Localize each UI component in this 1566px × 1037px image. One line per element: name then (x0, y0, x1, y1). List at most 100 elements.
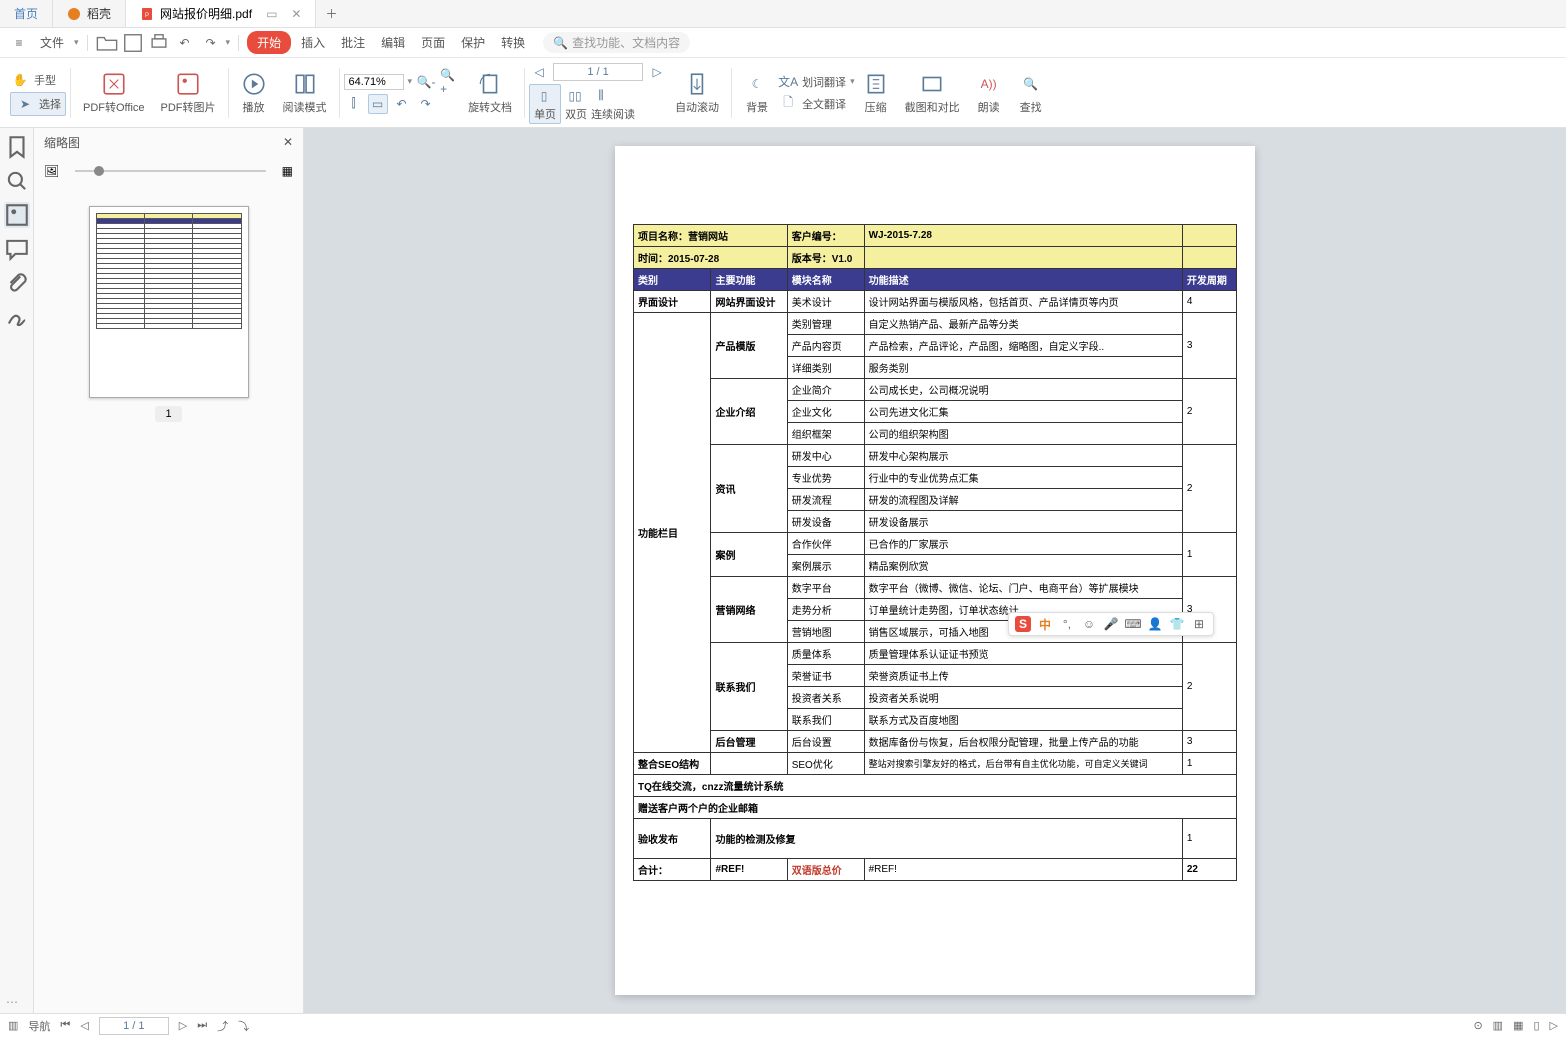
rail-comment-icon[interactable] (4, 236, 30, 262)
tool-hand[interactable]: ✋手型 (10, 70, 66, 90)
status-jump-icon[interactable]: ⤴ (217, 1018, 228, 1034)
menu-file[interactable]: 文件 (34, 34, 70, 51)
undo-icon[interactable]: ↶ (174, 32, 196, 54)
zoom-out-icon[interactable]: 🔍- (416, 72, 436, 92)
separator (524, 68, 525, 118)
screenshot-label: 截图和对比 (905, 99, 960, 115)
menu-annotate[interactable]: 批注 (335, 34, 371, 51)
tool-rotate-doc[interactable]: 旋转文档 (460, 71, 520, 115)
menu-edit[interactable]: 编辑 (375, 34, 411, 51)
ime-shirt-icon[interactable]: 👕 (1169, 616, 1185, 632)
next-page-icon[interactable]: ▷ (179, 1019, 187, 1032)
status-view3-icon[interactable]: ▯ (1533, 1019, 1539, 1032)
chevron-down-icon[interactable]: ▾ (408, 76, 413, 87)
ime-toolbar[interactable]: S 中 °, ☺ 🎤 ⌨ 👤 👕 ⊞ (1008, 612, 1214, 636)
tool-full-translate[interactable]: 🗋全文翻译 (778, 94, 855, 114)
double-page-label: 双页 (565, 109, 587, 121)
double-page-icon: ▯▯ (565, 86, 585, 106)
single-page-label: 单页 (534, 109, 556, 121)
rotate-left-icon[interactable]: ↶ (392, 94, 412, 114)
ime-toolbox-icon[interactable]: ⊞ (1191, 616, 1207, 632)
tool-play-label: 播放 (243, 99, 265, 115)
rail-attachment-icon[interactable] (4, 270, 30, 296)
open-folder-icon[interactable] (96, 32, 118, 54)
hamburger-icon[interactable]: ≡ (8, 32, 30, 54)
document-viewport[interactable]: 项目名称：营销网站 客户编号： WJ-2015-7.28 时间：2015-07-… (304, 128, 1566, 1013)
svg-text:P: P (145, 13, 149, 19)
thumb-size-slider[interactable] (67, 170, 273, 172)
tab-doke[interactable]: 稻壳 (53, 0, 126, 27)
tab-home[interactable]: 首页 (0, 0, 53, 27)
tool-read-mode[interactable]: 阅读模式 (275, 71, 335, 115)
find-icon: 🔍 (1018, 71, 1044, 97)
zoom-select[interactable] (344, 74, 404, 90)
nav-toggle-icon[interactable]: ▥ (8, 1019, 18, 1032)
find-label: 查找 (1020, 99, 1042, 115)
more-icon[interactable]: ⋯ (6, 995, 18, 1009)
tool-find[interactable]: 🔍 查找 (1010, 71, 1052, 115)
menu-convert[interactable]: 转换 (495, 34, 531, 51)
ime-lang-label[interactable]: 中 (1037, 616, 1053, 632)
ime-emoji-icon[interactable]: ☺ (1081, 616, 1097, 632)
save-icon[interactable] (122, 32, 144, 54)
page-input[interactable] (553, 63, 643, 81)
panel-close-icon[interactable]: ✕ (283, 135, 293, 149)
tab-close-icon[interactable]: ✕ (291, 7, 301, 21)
ime-person-icon[interactable]: 👤 (1147, 616, 1163, 632)
zoom-in-icon[interactable]: 🔍+ (440, 72, 460, 92)
tab-restore-icon[interactable]: ▭ (266, 7, 277, 21)
tabs-bar: 首页 稻壳 P 网站报价明细.pdf ▭ ✕ ＋ (0, 0, 1566, 28)
next-page-icon[interactable]: ▷ (647, 62, 667, 82)
tool-pdf-to-office[interactable]: PDF转Office (75, 71, 153, 115)
thumb-view-icon[interactable]: 🖼 (44, 164, 59, 178)
ime-keyboard-icon[interactable]: ⌨ (1125, 616, 1141, 632)
menu-start[interactable]: 开始 (247, 31, 291, 54)
last-page-icon[interactable]: ⏭ (197, 1019, 207, 1032)
tab-add-button[interactable]: ＋ (316, 0, 346, 27)
tab-active-document[interactable]: P 网站报价明细.pdf ▭ ✕ (126, 0, 316, 27)
tool-continuous[interactable]: ⫼连续阅读 (591, 86, 635, 122)
rotate-doc-icon (477, 71, 503, 97)
menu-page[interactable]: 页面 (415, 34, 451, 51)
auto-scroll-icon (684, 71, 710, 97)
first-page-icon[interactable]: ⏮ (60, 1019, 70, 1032)
tool-screenshot[interactable]: 截图和对比 (897, 71, 968, 115)
ime-mic-icon[interactable]: 🎤 (1103, 616, 1119, 632)
tool-word-translate[interactable]: 文A划词翻译▾ (778, 72, 855, 92)
tool-read-aloud[interactable]: A))朗读 (968, 71, 1010, 115)
redo-icon[interactable]: ↷ (200, 32, 222, 54)
print-icon[interactable] (148, 32, 170, 54)
tool-background[interactable]: ☾背景 (736, 71, 778, 115)
tool-pdf-to-image[interactable]: PDF转图片 (153, 71, 224, 115)
prev-page-icon[interactable]: ◁ (529, 62, 549, 82)
speaker-icon: A)) (976, 71, 1002, 97)
tool-single-page[interactable]: ▯单页 (529, 84, 561, 124)
status-tool-icon[interactable]: ⊙ (1473, 1019, 1482, 1032)
status-page-input[interactable] (99, 1017, 169, 1035)
thumb-grid-icon[interactable]: ▦ (282, 164, 293, 178)
tool-compress[interactable]: 压缩 (855, 71, 897, 115)
tool-auto-scroll[interactable]: 自动滚动 (667, 71, 727, 115)
status-play-icon[interactable]: ▷ (1550, 1019, 1558, 1032)
rail-thumbnail-icon[interactable] (4, 202, 30, 228)
rail-search-icon[interactable] (4, 168, 30, 194)
menu-insert[interactable]: 插入 (295, 34, 331, 51)
pdf-image-icon (175, 71, 201, 97)
thumbnail-page-1[interactable] (89, 206, 249, 398)
rotate-right-icon[interactable]: ↷ (416, 94, 436, 114)
tool-double-page[interactable]: ▯▯ 双页 (565, 86, 587, 122)
status-jump-back-icon[interactable]: ⤵ (238, 1018, 249, 1034)
status-view1-icon[interactable]: ▥ (1493, 1019, 1503, 1032)
search-input[interactable]: 🔍 查找功能、文档内容 (543, 32, 690, 53)
fit-page-icon[interactable]: ▭ (368, 94, 388, 114)
prev-page-icon[interactable]: ◁ (80, 1019, 88, 1032)
rail-signature-icon[interactable] (4, 304, 30, 330)
status-view2-icon[interactable]: ▦ (1513, 1019, 1523, 1032)
menu-protect[interactable]: 保护 (455, 34, 491, 51)
tool-play[interactable]: 播放 (233, 71, 275, 115)
pdf-page: 项目名称：营销网站 客户编号： WJ-2015-7.28 时间：2015-07-… (615, 146, 1255, 995)
tool-select[interactable]: ➤选择 (10, 92, 66, 116)
ime-punct-icon[interactable]: °, (1059, 616, 1075, 632)
fit-width-icon[interactable]: ⫿ (344, 94, 364, 114)
rail-bookmark-icon[interactable] (4, 134, 30, 160)
